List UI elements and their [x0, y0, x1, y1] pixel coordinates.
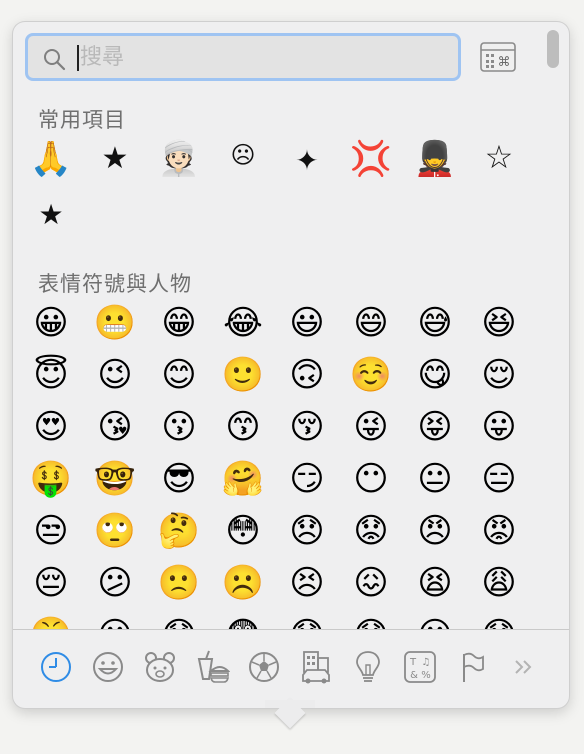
section-title-frequent: 常用項目 — [38, 108, 126, 132]
emoji-cell[interactable]: 😶 — [348, 456, 394, 502]
emoji-cell[interactable]: 😉 — [92, 352, 138, 398]
divider — [13, 629, 569, 630]
emoji-cell[interactable]: 😰 — [284, 612, 330, 630]
emoji-anger-symbol[interactable]: 💢 — [348, 136, 394, 182]
emoji-cell[interactable]: 🤓 — [92, 456, 138, 502]
frowning-face-symbol[interactable]: ☹ — [220, 132, 266, 178]
emoji-cell[interactable]: 😇 — [28, 352, 74, 398]
category-flags[interactable] — [453, 648, 491, 686]
emoji-cell[interactable]: 😏 — [284, 456, 330, 502]
emoji-cell[interactable]: 😤 — [28, 612, 74, 630]
emoji-cell[interactable]: 😧 — [476, 612, 522, 630]
emoji-cell[interactable]: 🙄 — [92, 508, 138, 554]
emoji-cell[interactable]: 😅 — [412, 300, 458, 346]
category-objects[interactable] — [349, 648, 387, 686]
bear-icon — [145, 652, 175, 682]
emoji-cell[interactable]: 😛 — [476, 404, 522, 450]
svg-text:T: T — [409, 657, 417, 668]
emoji-cell[interactable]: 😟 — [348, 508, 394, 554]
emoji-cell[interactable]: 😙 — [220, 404, 266, 450]
emoji-cell[interactable]: 😠 — [412, 508, 458, 554]
emoji-turban-man[interactable]: 👳🏻 — [156, 136, 202, 182]
emoji-cell[interactable]: 😂 — [220, 300, 266, 346]
smiley-icon — [93, 652, 123, 682]
soccer-ball-icon — [249, 652, 279, 682]
chevron-double-right-icon — [515, 660, 532, 674]
search-input[interactable] — [80, 42, 440, 72]
emoji-guardsman[interactable]: 💂 — [412, 136, 458, 182]
emoji-cell[interactable]: 😐 — [412, 456, 458, 502]
emoji-cell[interactable]: 😌 — [476, 352, 522, 398]
emoji-cell[interactable]: 😁 — [156, 300, 202, 346]
emoji-cell[interactable]: ☺️ — [348, 352, 394, 398]
svg-text:&: & — [410, 670, 418, 681]
category-activity[interactable] — [245, 648, 283, 686]
search-field[interactable] — [25, 33, 461, 81]
emoji-cell[interactable]: 😚 — [284, 404, 330, 450]
emoji-cell[interactable]: 😨 — [220, 612, 266, 630]
svg-text:⌘: ⌘ — [498, 55, 511, 70]
emoji-cell[interactable]: 😋 — [412, 352, 458, 398]
food-icon — [197, 650, 230, 683]
emoji-cell[interactable]: 🤔 — [156, 508, 202, 554]
section-title-smileys: 表情符號與人物 — [38, 272, 192, 296]
emoji-cell[interactable]: 😮 — [92, 612, 138, 630]
emoji-cell[interactable]: 😗 — [156, 404, 202, 450]
emoji-cell[interactable]: 😘 — [92, 404, 138, 450]
black-star[interactable]: ★ — [92, 136, 138, 182]
clock-icon — [41, 652, 71, 682]
emoji-cell[interactable]: 😱 — [156, 612, 202, 630]
emoji-cell[interactable]: 😬 — [92, 300, 138, 346]
emoji-cell[interactable]: 😍 — [28, 404, 74, 450]
emoji-folded-hands[interactable]: 🙏 — [28, 136, 74, 182]
emoji-cell[interactable]: 😃 — [284, 300, 330, 346]
svg-text:♫: ♫ — [422, 657, 431, 668]
emoji-cell[interactable]: 😯 — [348, 612, 394, 630]
search-icon — [44, 49, 66, 71]
emoji-cell[interactable]: 😜 — [348, 404, 394, 450]
emoji-cell[interactable]: 😔 — [28, 560, 74, 606]
symbols-icon: T ♫ & % — [404, 651, 436, 683]
character-viewer-icon[interactable]: ⌘ — [479, 41, 517, 73]
black-star-2[interactable]: ★ — [28, 192, 74, 238]
emoji-cell[interactable]: 😆 — [476, 300, 522, 346]
emoji-cell[interactable]: 😒 — [28, 508, 74, 554]
category-animals[interactable] — [141, 648, 179, 686]
emoji-cell[interactable]: 😀 — [28, 300, 74, 346]
white-star[interactable]: ☆ — [476, 134, 522, 180]
lightbulb-icon — [356, 651, 380, 682]
emoji-cell[interactable]: 😎 — [156, 456, 202, 502]
four-pointed-star[interactable]: ✦ — [284, 138, 330, 184]
emoji-cell[interactable]: 😝 — [412, 404, 458, 450]
category-smileys[interactable] — [89, 648, 127, 686]
flag-icon — [463, 652, 484, 682]
category-travel[interactable] — [297, 648, 335, 686]
emoji-cell[interactable]: 😫 — [412, 560, 458, 606]
scrollbar-thumb[interactable] — [547, 30, 559, 68]
emoji-cell[interactable]: 🤑 — [28, 456, 74, 502]
emoji-cell[interactable]: 🙁 — [156, 560, 202, 606]
more-categories[interactable] — [505, 648, 543, 686]
emoji-cell[interactable]: 😑 — [476, 456, 522, 502]
building-car-icon — [302, 651, 330, 684]
emoji-cell[interactable]: 😖 — [348, 560, 394, 606]
emoji-cell[interactable]: 😣 — [284, 560, 330, 606]
emoji-cell[interactable]: 🙃 — [284, 352, 330, 398]
emoji-cell[interactable]: 😳 — [220, 508, 266, 554]
emoji-cell[interactable]: 😄 — [348, 300, 394, 346]
emoji-cell[interactable]: 😦 — [412, 612, 458, 630]
svg-text:%: % — [421, 670, 431, 681]
category-recent[interactable] — [37, 648, 75, 686]
emoji-cell[interactable]: 😩 — [476, 560, 522, 606]
category-symbols[interactable]: T ♫ & % — [401, 648, 439, 686]
emoji-cell[interactable]: 😞 — [284, 508, 330, 554]
category-food[interactable] — [193, 648, 231, 686]
emoji-cell[interactable]: 😕 — [92, 560, 138, 606]
emoji-cell[interactable]: 🙂 — [220, 352, 266, 398]
emoji-cell[interactable]: 🤗 — [220, 456, 266, 502]
text-cursor — [77, 45, 79, 71]
emoji-cell[interactable]: 😊 — [156, 352, 202, 398]
emoji-cell[interactable]: 😡 — [476, 508, 522, 554]
emoji-cell[interactable]: ☹️ — [220, 560, 266, 606]
